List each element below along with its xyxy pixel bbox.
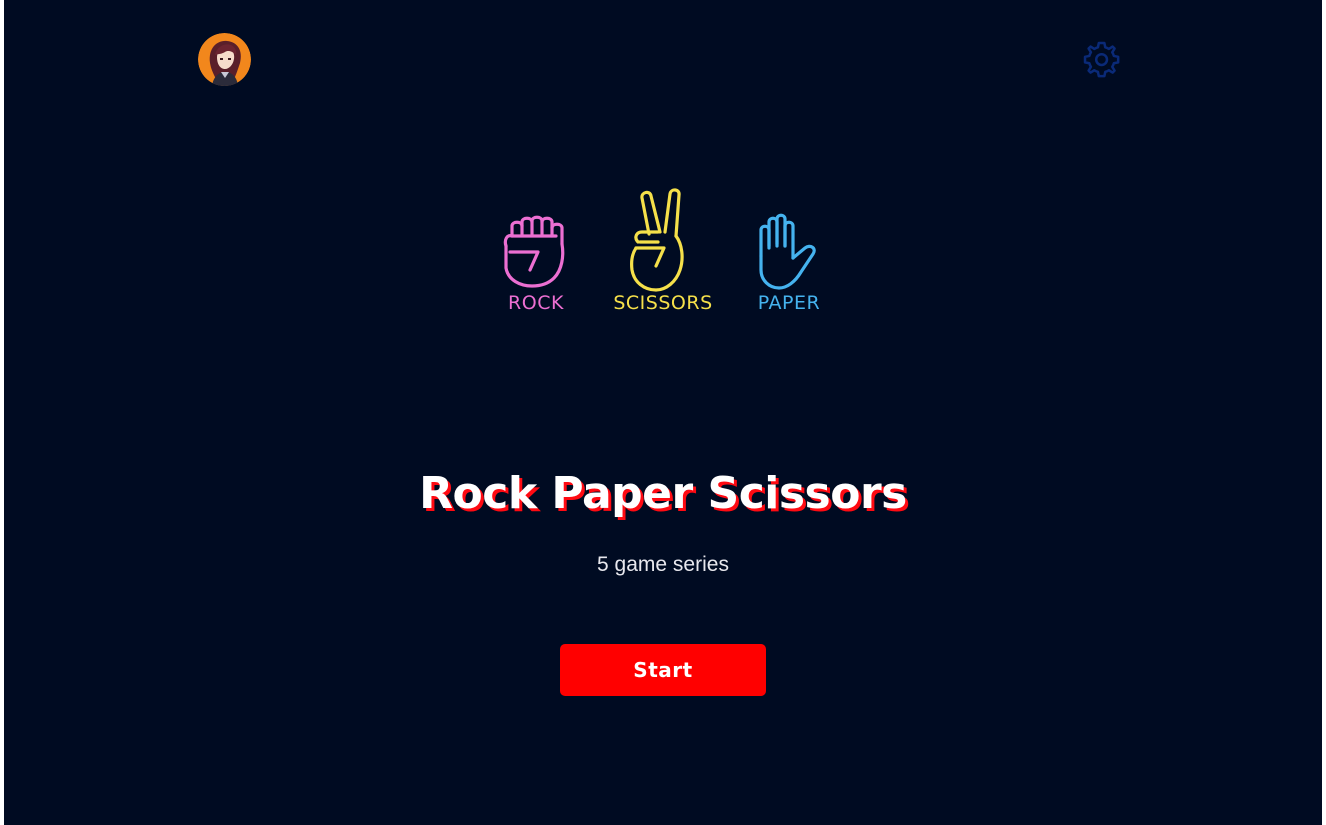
choice-label: PAPER — [757, 292, 821, 314]
choice-scissors[interactable]: SCISSORS — [608, 186, 718, 320]
avatar[interactable] — [198, 33, 251, 86]
open-hand-icon — [759, 213, 816, 290]
page-title: Rock Paper Scissors — [419, 468, 907, 519]
gear-icon — [1083, 41, 1120, 78]
choice-label: SCISSORS — [613, 292, 713, 314]
choice-label: ROCK — [508, 292, 564, 314]
settings-button[interactable] — [1080, 38, 1123, 81]
peace-hand-icon — [630, 188, 684, 292]
fist-icon — [503, 215, 565, 288]
page-subtitle: 5 game series — [597, 553, 729, 576]
user-avatar-icon — [198, 33, 251, 86]
choice-paper[interactable]: PAPER — [744, 186, 834, 320]
game-frame — [0, 0, 1326, 825]
start-button[interactable]: Start — [560, 644, 766, 696]
choice-rock[interactable]: ROCK — [496, 186, 576, 320]
